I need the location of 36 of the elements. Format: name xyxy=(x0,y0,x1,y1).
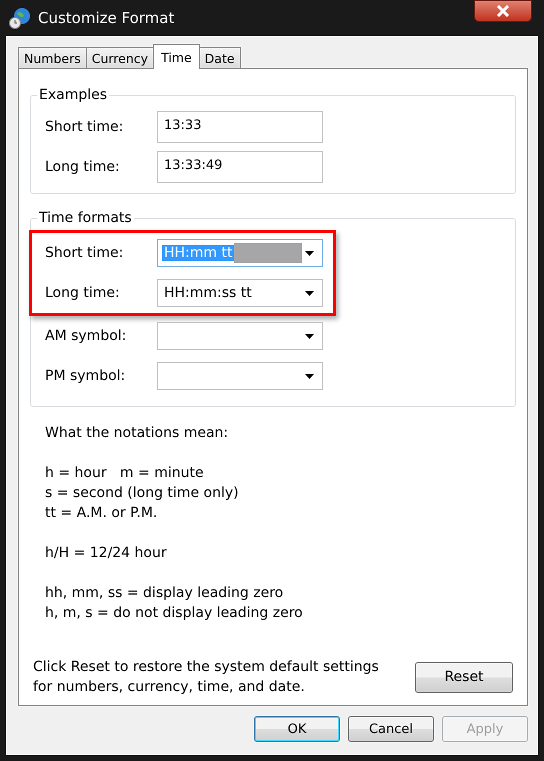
format-dropdown[interactable] xyxy=(157,322,323,350)
group-title: Examples xyxy=(38,87,108,103)
notation-text: h = hour m = minute xyxy=(45,464,204,483)
example-field: 13:33:49 xyxy=(157,151,323,183)
dialog-button[interactable]: OK xyxy=(254,716,340,742)
example-field: 13:33 xyxy=(157,111,323,143)
field-label: Short time: xyxy=(45,245,124,261)
close-button[interactable] xyxy=(474,0,532,22)
caret-icon xyxy=(305,374,314,379)
field-label: Short time: xyxy=(45,119,124,135)
caret-icon xyxy=(305,251,314,256)
format-dropdown[interactable] xyxy=(157,362,323,390)
tab[interactable]: Currency xyxy=(86,47,154,68)
field-label: PM symbol: xyxy=(45,368,126,384)
notation-text: s = second (long time only) xyxy=(45,484,239,503)
reset-button[interactable]: Reset xyxy=(415,662,513,692)
field-label: Long time: xyxy=(45,159,121,175)
close-icon xyxy=(496,5,510,17)
window-title: Customize Format xyxy=(38,9,174,27)
field-label: AM symbol: xyxy=(45,328,128,344)
caret-icon xyxy=(305,291,314,296)
notation-text: h/H = 12/24 hour xyxy=(45,544,167,563)
tab[interactable]: Date xyxy=(198,47,241,68)
format-dropdown[interactable]: HH:mm:ss tt xyxy=(157,279,323,307)
notation-text: hh, mm, ss = display leading zero xyxy=(45,584,284,603)
notation-text: tt = A.M. or P.M. xyxy=(45,504,158,523)
caret-icon xyxy=(305,334,314,339)
dialog-button[interactable]: Cancel xyxy=(348,716,434,742)
notation-text: What the notations mean: xyxy=(45,424,228,443)
tab[interactable]: Time xyxy=(153,44,200,69)
tab[interactable]: Numbers xyxy=(18,47,87,68)
globe-clock-icon xyxy=(8,6,32,30)
reset-description: Click Reset to restore the system default settings for numbers, currency, time, and date. xyxy=(33,658,380,697)
group-title: Time formats xyxy=(38,210,133,226)
field-label: Long time: xyxy=(45,285,121,301)
notation-text: h, m, s = do not display leading zero xyxy=(45,604,303,623)
